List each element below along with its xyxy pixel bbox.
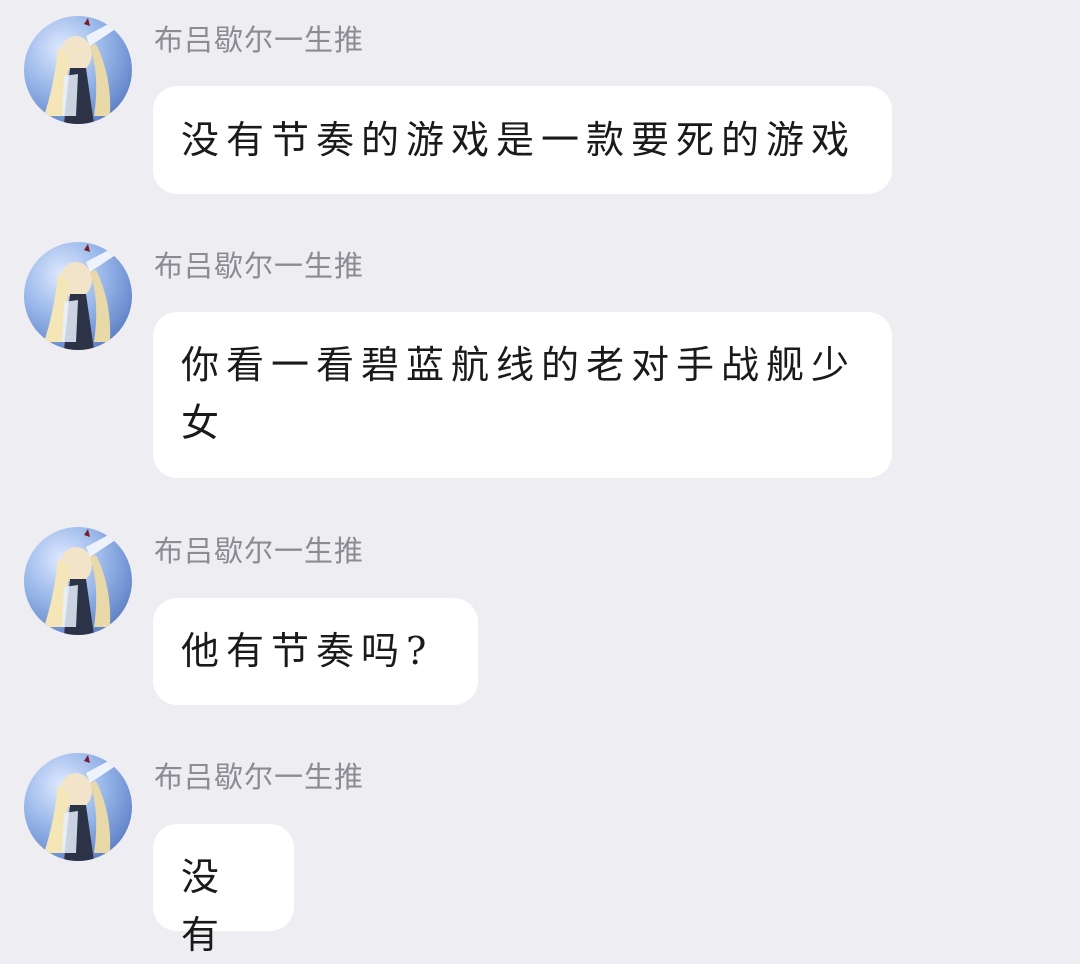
user-avatar[interactable] [24,242,132,350]
avatar-icon [44,755,120,861]
avatar-icon [44,244,120,350]
message-bubble[interactable]: 他有节奏吗? [153,598,478,705]
sender-name: 布吕歇尔一生推 [154,23,365,57]
user-avatar[interactable] [24,16,132,124]
user-avatar[interactable] [24,753,132,861]
user-avatar[interactable] [24,527,132,635]
message-bubble[interactable]: 没有 [153,824,294,957]
sender-name: 布吕歇尔一生推 [154,249,365,283]
sender-name: 布吕歇尔一生推 [154,534,365,568]
avatar-icon [44,18,120,124]
avatar-icon [44,529,120,635]
chat-message-list[interactable]: 布吕歇尔一生推 没有节奏的游戏是一款要死的游戏 布吕歇尔一生推 你看一看碧蓝航线… [0,0,1080,957]
message-bubble[interactable]: 没有节奏的游戏是一款要死的游戏 [153,86,892,194]
message-bubble[interactable]: 你看一看碧蓝航线的老对手战舰少女 [153,312,892,478]
sender-name: 布吕歇尔一生推 [154,760,365,794]
